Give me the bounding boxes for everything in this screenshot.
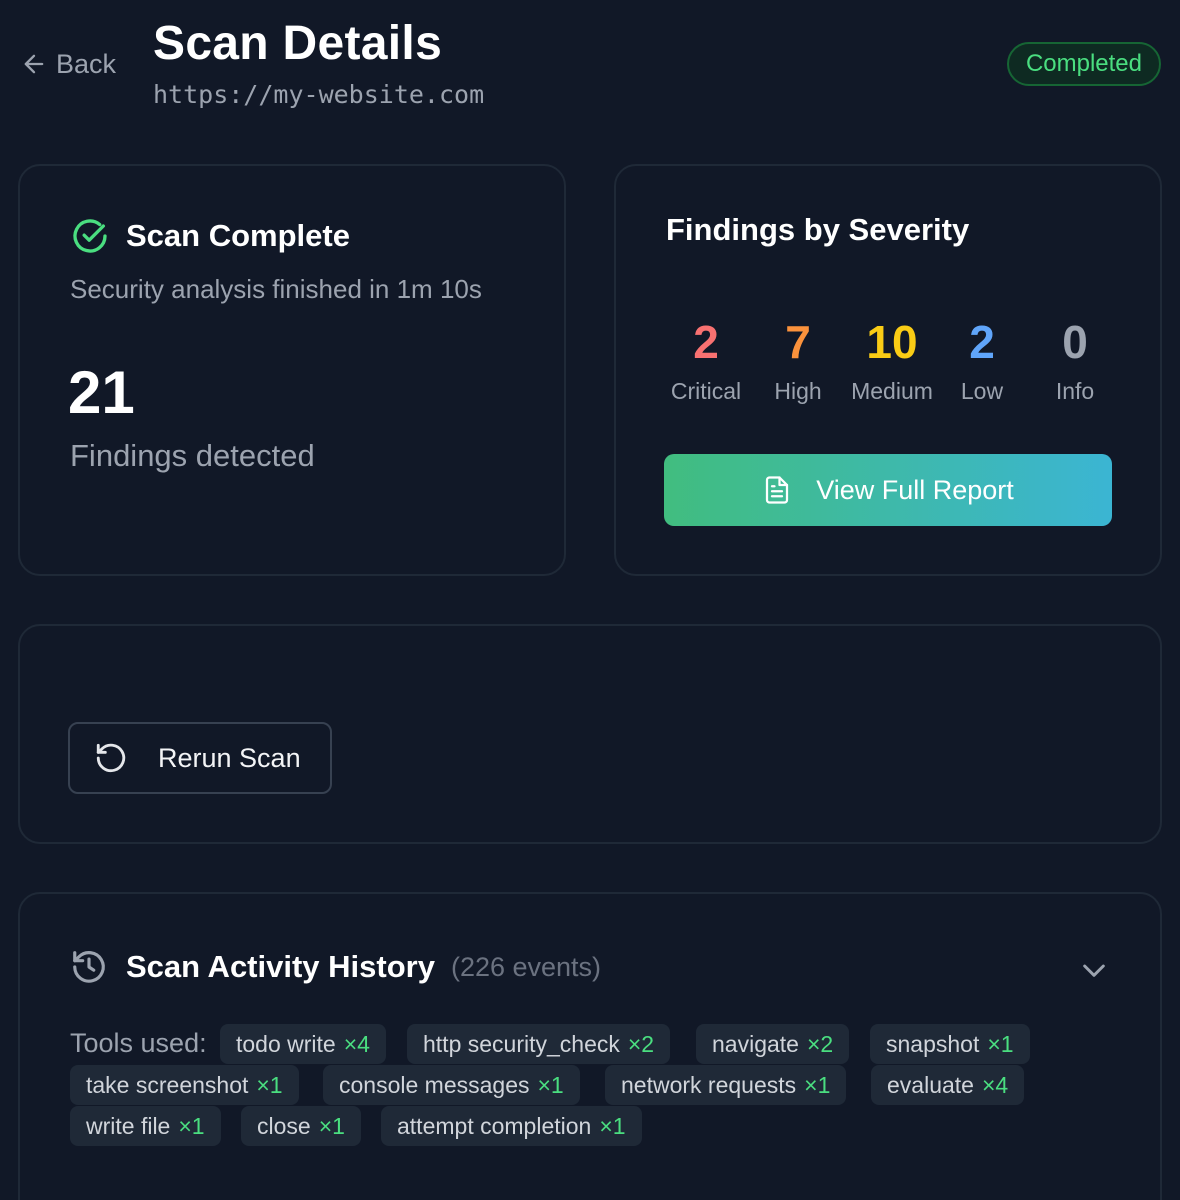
severity-label: Info bbox=[1055, 378, 1095, 404]
severity-count: 7 bbox=[785, 316, 811, 368]
tool-chip: snapshot ×1 bbox=[870, 1024, 1030, 1064]
scan-duration-text: Security analysis finished in 1m 10s bbox=[70, 274, 482, 304]
tool-chip: console messages ×1 bbox=[323, 1065, 580, 1105]
tool-name: write file bbox=[86, 1112, 171, 1139]
actions-card: Rerun Scan bbox=[18, 624, 1162, 844]
history-icon bbox=[73, 951, 105, 983]
severity-high: 7 High bbox=[748, 316, 848, 405]
tool-chip: http security_check ×2 bbox=[407, 1024, 671, 1064]
severity-label: Low bbox=[960, 378, 1004, 404]
severity-count: 2 bbox=[969, 316, 995, 368]
tool-name: network requests bbox=[621, 1071, 797, 1098]
tool-count: ×4 bbox=[343, 1030, 370, 1057]
tool-count: ×1 bbox=[256, 1071, 283, 1098]
tool-chip: navigate ×2 bbox=[696, 1024, 850, 1064]
view-full-report-button[interactable]: View Full Report bbox=[664, 454, 1112, 526]
tool-count: ×1 bbox=[318, 1112, 345, 1139]
tool-count: ×1 bbox=[599, 1112, 626, 1139]
tool-count: ×1 bbox=[987, 1030, 1014, 1057]
tool-chip: write file ×1 bbox=[70, 1106, 221, 1146]
tool-count: ×4 bbox=[981, 1071, 1009, 1098]
scan-complete-title: Scan Complete bbox=[126, 218, 350, 253]
document-icon bbox=[766, 476, 789, 504]
chevron-down-icon[interactable] bbox=[1078, 954, 1110, 986]
rerun-scan-label: Rerun Scan bbox=[158, 742, 301, 773]
tool-count: ×1 bbox=[537, 1071, 564, 1098]
tool-name: navigate bbox=[712, 1030, 799, 1057]
check-circle-icon bbox=[73, 219, 107, 253]
refresh-icon bbox=[96, 743, 126, 773]
tool-name: take screenshot bbox=[86, 1071, 249, 1098]
scan-complete-header: Scan Complete bbox=[70, 216, 350, 256]
findings-total-label: Findings detected bbox=[70, 438, 315, 473]
tool-name: todo write bbox=[236, 1030, 336, 1057]
tool-chip: close ×1 bbox=[241, 1106, 361, 1146]
back-button[interactable]: Back bbox=[20, 46, 116, 82]
tool-count: ×2 bbox=[627, 1030, 655, 1057]
severity-info: 0 Info bbox=[1025, 316, 1125, 405]
severity-critical: 2 Critical bbox=[656, 316, 756, 405]
tool-chip: evaluate ×4 bbox=[871, 1065, 1025, 1105]
tool-name: attempt completion bbox=[397, 1112, 592, 1139]
tool-chip: take screenshot ×1 bbox=[70, 1065, 299, 1105]
severity-breakdown: 2 Critical 7 High 10 Medium 2 Low 0 Info bbox=[656, 316, 1116, 416]
severity-card: Findings by Severity 2 Critical 7 High 1… bbox=[614, 164, 1162, 576]
tool-name: close bbox=[257, 1112, 311, 1139]
tool-chip: attempt completion ×1 bbox=[381, 1106, 642, 1146]
severity-label: Critical bbox=[670, 378, 742, 404]
page-title: Scan Details bbox=[153, 17, 443, 70]
activity-history-header[interactable]: Scan Activity History (226 events) bbox=[70, 948, 601, 986]
tool-chip: network requests ×1 bbox=[605, 1065, 847, 1105]
severity-low: 2 Low bbox=[932, 316, 1032, 405]
severity-medium: 10 Medium bbox=[842, 316, 942, 405]
tool-name: console messages bbox=[339, 1071, 530, 1098]
severity-count: 0 bbox=[1062, 316, 1088, 368]
back-label: Back bbox=[56, 48, 117, 79]
findings-total: 21 bbox=[68, 359, 135, 426]
activity-history-title: Scan Activity History bbox=[126, 949, 435, 984]
tool-name: http security_check bbox=[423, 1030, 620, 1057]
page-header: Back Scan Details https://my-website.com… bbox=[0, 0, 1180, 130]
severity-count: 10 bbox=[866, 316, 918, 368]
severity-label: High bbox=[774, 378, 822, 404]
scan-url: https://my-website.com bbox=[153, 80, 485, 109]
severity-count: 2 bbox=[693, 316, 719, 368]
severity-title: Findings by Severity bbox=[666, 212, 970, 247]
tool-name: evaluate bbox=[887, 1071, 974, 1098]
scan-summary-card: Scan Complete Security analysis finished… bbox=[18, 164, 566, 576]
tool-chip: todo write ×4 bbox=[220, 1024, 386, 1064]
activity-history-card: Scan Activity History (226 events) Tools… bbox=[18, 892, 1162, 1200]
status-badge: Completed bbox=[1006, 42, 1161, 86]
severity-label: Medium bbox=[851, 378, 933, 404]
rerun-scan-button[interactable]: Rerun Scan bbox=[68, 722, 332, 794]
tool-count: ×1 bbox=[178, 1112, 205, 1139]
arrow-left-icon bbox=[24, 54, 44, 74]
tools-used-label: Tools used: bbox=[70, 1028, 207, 1058]
tool-count: ×2 bbox=[806, 1030, 834, 1057]
activity-event-count: (226 events) bbox=[450, 951, 602, 982]
view-full-report-label: View Full Report bbox=[816, 474, 1014, 505]
tool-count: ×1 bbox=[804, 1071, 831, 1098]
tool-name: snapshot bbox=[886, 1030, 980, 1057]
